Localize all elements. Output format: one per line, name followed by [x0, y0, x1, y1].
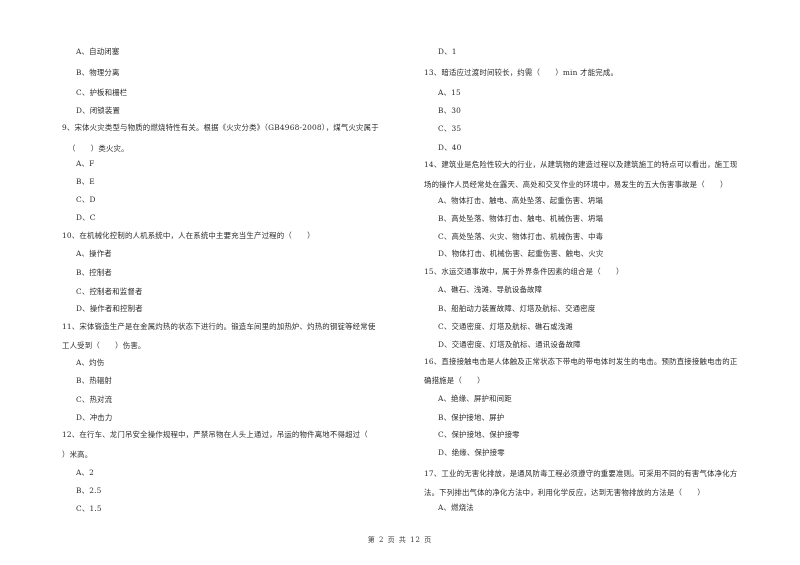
- answer-option: D、绝缘、保护接零: [438, 448, 505, 457]
- answer-option: A、灼伤: [76, 358, 105, 367]
- question-text: 场的操作人员经常处在露天、高处和交叉作业的环境中，易发生的五大伤害事故是（ ）: [424, 180, 728, 189]
- answer-option: A、礁石、浅滩、导航设备故障: [438, 285, 543, 294]
- question-text: 12、在行车、龙门吊安全操作规程中，严禁吊物在人头上通过，吊运的物件离地不得超过…: [62, 430, 368, 439]
- answer-option: B、高处坠落、物体打击、触电、机械伤害、坍塌: [438, 214, 604, 223]
- question-text: 9、宋体火灾类型与物质的燃烧特性有关。根据《火灾分类》（GB4968-2008）…: [62, 123, 379, 132]
- answer-option: B、物理分离: [76, 68, 120, 77]
- question-text: 法。下列排出气体的净化方法中，利用化学反应，达到无害物排放的方法是（ ）: [424, 488, 705, 497]
- answer-option: D、C: [76, 213, 96, 222]
- question-text: 11、宋体锻造生产是在金属灼热的状态下进行的。锻造车间里的加热炉、灼热的钢锭等经…: [62, 322, 376, 331]
- question-text: （ ）类火灾。: [68, 144, 129, 153]
- question-text: 15、水运交通事故中，属于外界条件因素的组合是（ ）: [424, 267, 624, 276]
- answer-option: C、交通密度、灯塔及航标、礁石或浅滩: [438, 322, 573, 331]
- answer-option: D、冲击力: [76, 413, 113, 422]
- answer-option: C、护板和栅栏: [76, 88, 128, 97]
- answer-option: A、15: [438, 88, 461, 97]
- answer-option: C、控制者和监督者: [76, 287, 143, 296]
- question-text: 确措施是（ ）: [424, 376, 485, 385]
- answer-option: B、热辐射: [76, 376, 112, 385]
- question-text: 14、建筑业是危险性较大的行业，从建筑物的建造过程以及建筑施工的特点可以看出，施…: [424, 160, 738, 169]
- answer-option: D、40: [438, 143, 462, 152]
- answer-option: B、30: [438, 106, 462, 115]
- answer-option: D、1: [438, 47, 457, 56]
- question-text: 13、暗适应过渡时间较长，约需（ ）min 才能完成。: [424, 68, 619, 77]
- question-text: 10、在机械化控制的人机系统中，人在系统中主要充当生产过程的（ ）: [62, 231, 315, 240]
- answer-option: C、保护接地、保护接零: [438, 430, 520, 439]
- question-text: 16、直接接触电击是人体触及正常状态下带电的带电体时发生的电击。预防直接接触电击…: [424, 357, 738, 366]
- question-text: 17、工业的无害化排放，是通风防毒工程必须遵守的重要准则。可采用不同的有害气体净…: [424, 469, 738, 478]
- answer-option: D、物体打击、机械伤害、起重伤害、触电、火灾: [438, 249, 604, 258]
- answer-option: D、交通密度、灯塔及航标、通讯设备故障: [438, 340, 581, 349]
- answer-option: C、D: [76, 195, 96, 204]
- answer-option: A、F: [76, 159, 95, 168]
- answer-option: A、绝缘、屏护和间距: [438, 394, 512, 403]
- answer-option: C、高处坠落、火灾、物体打击、机械伤害、中毒: [438, 232, 604, 241]
- answer-option: C、1.5: [76, 504, 102, 513]
- answer-option: C、35: [438, 124, 462, 133]
- answer-option: D、操作者和控制者: [76, 304, 143, 313]
- answer-option: B、E: [76, 177, 95, 186]
- answer-option: B、2.5: [76, 486, 102, 495]
- page-number: 第 2 页 共 12 页: [367, 536, 433, 544]
- answer-option: A、自动闭塞: [76, 47, 120, 56]
- answer-option: B、控制者: [76, 268, 112, 277]
- answer-option: A、2: [76, 468, 95, 477]
- question-text: ）米高。: [62, 450, 93, 459]
- answer-option: A、物体打击、触电、高处坠落、起重伤害、坍塌: [438, 196, 603, 205]
- answer-option: D、闭锁装置: [76, 106, 121, 115]
- answer-option: B、保护接地、屏护: [438, 413, 505, 422]
- answer-option: A、操作者: [76, 249, 112, 258]
- question-text: 工人受到（ ）伤害。: [62, 341, 146, 350]
- answer-option: C、热对流: [76, 395, 113, 404]
- answer-option: A、燃烧法: [438, 503, 474, 512]
- answer-option: B、船舶动力装置故障、灯塔及航标、交通密度: [438, 304, 596, 313]
